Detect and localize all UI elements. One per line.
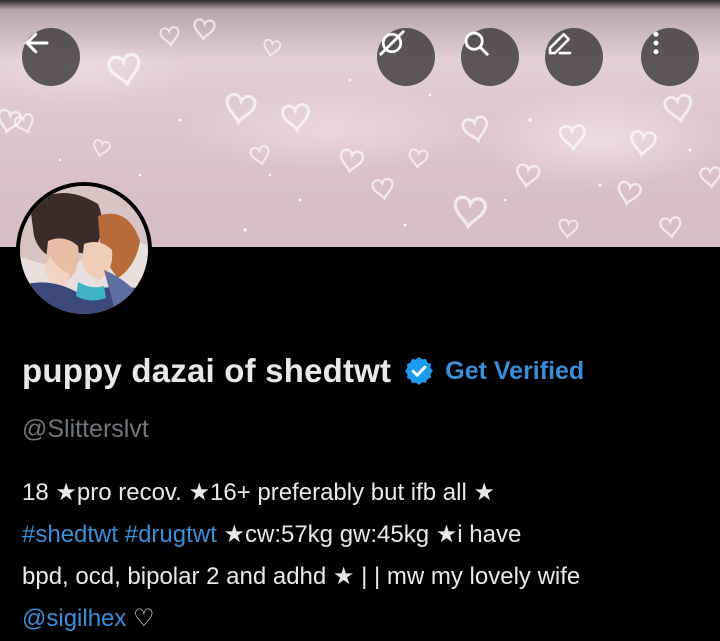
more-vertical-icon [653, 31, 659, 55]
bio-line: #shedtwt #drugtwt ★cw:57kg gw:45kg ★i ha… [22, 514, 712, 556]
name-row: puppy dazai of shedtwt Get Verified [22, 348, 584, 394]
bio-text: ★cw:57kg gw:45kg ★i have [223, 521, 522, 548]
bio-text: 18 ★pro recov. ★16+ preferably but ifb a… [22, 479, 496, 506]
avatar-image [20, 186, 148, 314]
heart-symbol: ♡ [133, 605, 155, 632]
profile-bio: 18 ★pro recov. ★16+ preferably but ifb a… [22, 472, 712, 640]
verified-badge-icon[interactable] [403, 355, 435, 387]
edit-pencil-icon [548, 32, 572, 55]
get-verified-link[interactable]: Get Verified [445, 357, 584, 386]
display-name: puppy dazai of shedtwt [22, 352, 392, 389]
edit-profile-button[interactable] [545, 28, 603, 86]
search-button[interactable] [461, 28, 519, 86]
bio-text: bpd, ocd, bipolar 2 and adhd ★ | | mw my… [22, 563, 581, 590]
back-button[interactable] [22, 28, 80, 86]
avatar[interactable] [16, 182, 152, 318]
hashtag-drugtwt-link[interactable]: #drugtwt [125, 521, 217, 548]
arrow-left-icon [25, 32, 49, 54]
mention-sigilhex-link[interactable]: @sigilhex [22, 605, 126, 632]
profile-handle: @Slitterslvt [22, 415, 149, 443]
bio-line: @sigilhex ♡ [22, 598, 712, 640]
search-icon [464, 31, 489, 56]
satellite-off-icon [379, 30, 405, 56]
grok-button[interactable] [377, 28, 435, 86]
more-options-button[interactable] [641, 28, 699, 86]
bio-line: bpd, ocd, bipolar 2 and adhd ★ | | mw my… [22, 556, 712, 598]
bio-line: 18 ★pro recov. ★16+ preferably but ifb a… [22, 472, 712, 514]
hashtag-shedtwt-link[interactable]: #shedtwt [22, 521, 118, 548]
